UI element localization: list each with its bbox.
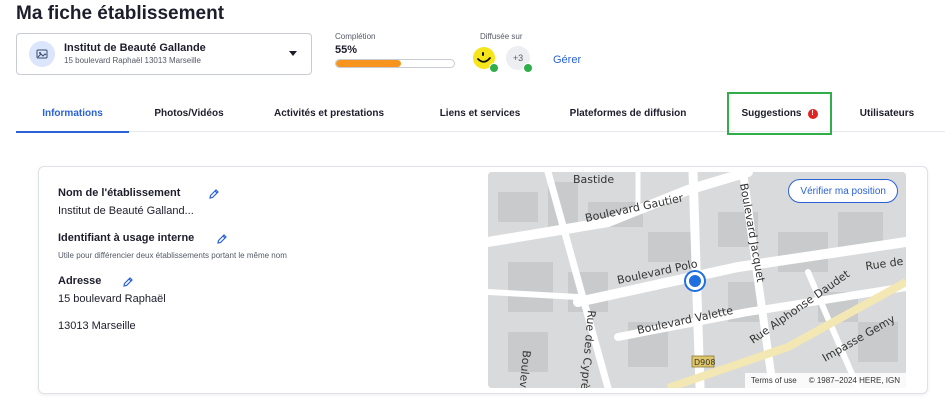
map-copyright: © 1987–2024 HERE, IGN (808, 376, 900, 385)
edit-pencil-icon[interactable] (208, 188, 220, 200)
establishment-address: 15 boulevard Raphaël 13013 Marseille (64, 56, 201, 65)
internal-id-title: Identifiant à usage interne (58, 232, 195, 244)
check-icon (523, 63, 533, 73)
tab-label: Plateformes de diffusion (569, 108, 687, 119)
street-label: Rue des Cyprès (578, 310, 598, 388)
diffusion-label: Diffusée sur (480, 32, 523, 41)
tab-label: Activités et prestations (273, 108, 385, 119)
tab-suggestions[interactable]: Suggestions! (727, 92, 832, 135)
street-label: Boulevard Valette (636, 304, 735, 337)
verify-position-button[interactable]: Vérifier ma position (788, 179, 898, 203)
street-label: Bastide (573, 173, 614, 186)
street-label: Rue de (865, 255, 905, 273)
street-label: Boulevard Jacquet (737, 182, 767, 284)
edit-pencil-icon[interactable] (216, 233, 228, 245)
address-line2: 13013 Marseille (58, 320, 136, 332)
tab-label: Photos/Vidéos (154, 108, 224, 119)
location-map[interactable]: Bastide Boulevard Gautier Boulevard Jacq… (488, 172, 906, 388)
completion-value: 55% (335, 44, 358, 56)
tab-label: Liens et services (439, 108, 521, 119)
street-label: Boulevard Gautier (584, 191, 685, 225)
chevron-down-icon (289, 51, 297, 56)
tab-label: Informations (42, 108, 103, 119)
tab-photos-videos[interactable]: Photos/Vidéos (140, 95, 238, 132)
check-icon (489, 63, 499, 73)
tab-utilisateurs[interactable]: Utilisateurs (852, 95, 922, 132)
tab-activites-prestations[interactable]: Activités et prestations (264, 95, 394, 132)
completion-label: Complétion (335, 32, 376, 41)
tab-informations[interactable]: Informations (16, 95, 129, 133)
internal-id-help: Utile pour différencier deux établisseme… (58, 251, 287, 260)
completion-progress-bar (335, 59, 455, 68)
establishment-selector[interactable]: Institut de Beauté Gallande 15 boulevard… (16, 33, 312, 75)
street-label: Boulevard (515, 350, 533, 388)
tab-label: Utilisateurs (859, 108, 915, 119)
image-placeholder-icon (29, 41, 55, 67)
address-line1: 15 boulevard Raphaël (58, 293, 166, 305)
manage-link[interactable]: Gérer (553, 54, 581, 66)
tab-plateformes-diffusion[interactable]: Plateformes de diffusion (562, 95, 694, 132)
terms-link[interactable]: Terms of use (751, 376, 797, 385)
info-card: Nom de l'établissement Institut de Beaut… (38, 166, 928, 394)
edit-pencil-icon[interactable] (122, 276, 134, 288)
street-label: Impasse Gemy (820, 312, 898, 364)
address-title: Adresse (58, 275, 102, 287)
alert-badge: ! (807, 108, 818, 119)
tab-liens-services[interactable]: Liens et services (426, 95, 534, 132)
name-value: Institut de Beauté Galland... (58, 205, 194, 217)
tab-label: Suggestions (741, 108, 802, 119)
location-pin-icon (686, 272, 704, 290)
establishment-name: Institut de Beauté Gallande (64, 42, 206, 54)
completion-progress-fill (336, 60, 401, 67)
page-title: Ma fiche établissement (16, 3, 225, 24)
name-title: Nom de l'établissement (58, 187, 181, 199)
road-number-label: D908 (694, 358, 715, 367)
map-attribution: Terms of use © 1987–2024 HERE, IGN (744, 373, 906, 388)
tab-bar: Informations Photos/Vidéos Activités et … (16, 92, 945, 135)
